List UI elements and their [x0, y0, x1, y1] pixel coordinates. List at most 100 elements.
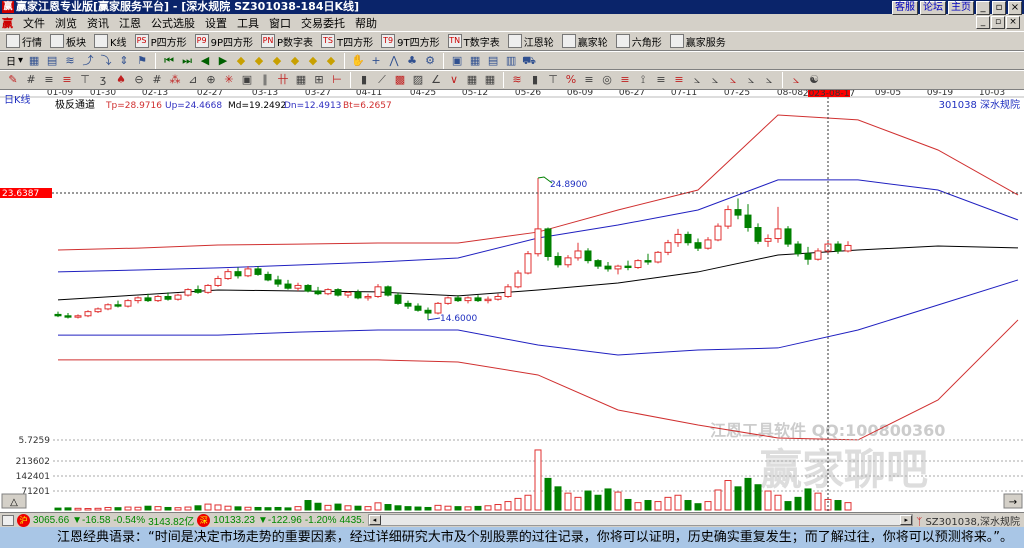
menu-0[interactable]: 文件	[23, 15, 45, 31]
save-icon[interactable]: ▥	[504, 54, 518, 68]
diamond-1-icon[interactable]: ◆	[234, 54, 248, 68]
menu-4[interactable]: 公式选股	[151, 15, 195, 31]
triangle-icon[interactable]: ⊿	[186, 73, 200, 87]
circle-icon[interactable]: ⊖	[132, 73, 146, 87]
toolbar-button-0[interactable]: 行情	[6, 34, 42, 49]
horizontal-scrollbar[interactable]: ◂ ▸	[367, 514, 914, 526]
first-icon[interactable]: ⏮	[162, 54, 176, 68]
fan1-icon[interactable]: ≡	[672, 73, 686, 87]
fan4-icon[interactable]: ⦣	[726, 73, 740, 87]
hash-icon[interactable]: #	[24, 73, 38, 87]
chart-a-icon[interactable]: ≋	[63, 54, 77, 68]
toolbar-button-9[interactable]: 江恩轮	[507, 34, 554, 49]
scroll-left-button[interactable]: ◂	[368, 515, 381, 525]
fib-2-icon[interactable]: ≡	[60, 73, 74, 87]
arc-icon[interactable]: ▩	[393, 73, 407, 87]
percent-icon[interactable]: ⊤	[546, 73, 560, 87]
link-home[interactable]: 主页	[948, 1, 974, 15]
right-icon[interactable]: ⇕	[117, 54, 131, 68]
candle-icon[interactable]: ⤵	[99, 54, 113, 68]
kline-chart[interactable]: 01-09 01-30 02-13 02-27 03-13 03-27 04-11 04-25…	[0, 88, 1024, 512]
period-dropdown[interactable]: 日 ▾	[6, 53, 23, 68]
minimize-button[interactable]: _	[976, 1, 990, 15]
diamond-6-icon[interactable]: ◆	[324, 54, 338, 68]
gear-icon[interactable]: ⚙	[423, 54, 437, 68]
left-icon[interactable]: ◀	[198, 54, 212, 68]
bracket-icon[interactable]: ⊢	[330, 73, 344, 87]
toolbar-button-7[interactable]: T9 9T四方形	[381, 34, 440, 49]
fib-1-icon[interactable]: ≡	[42, 73, 56, 87]
line-icon[interactable]: ⋀	[387, 54, 401, 68]
gold2-icon[interactable]: ≡	[654, 73, 668, 87]
eraser-icon[interactable]: ♠	[114, 73, 128, 87]
toolbar-button-5[interactable]: PN P数字表	[261, 34, 313, 49]
toolbar-button-6[interactable]: TS T四方形	[321, 34, 373, 49]
menu-7[interactable]: 窗口	[269, 15, 291, 31]
crosshair-icon[interactable]: +	[369, 54, 383, 68]
star-icon[interactable]: ✳	[222, 73, 236, 87]
wave-icon[interactable]: ʒ	[96, 73, 110, 87]
parallel-icon[interactable]: ▦	[483, 73, 497, 87]
infinity-icon[interactable]: ☯	[807, 73, 821, 87]
toolbar-button-12[interactable]: 赢家服务	[669, 34, 726, 49]
diamond-5-icon[interactable]: ◆	[306, 54, 320, 68]
menu-9[interactable]: 帮助	[355, 15, 377, 31]
diamond-2-icon[interactable]: ◆	[252, 54, 266, 68]
calc-icon[interactable]: ▦	[468, 54, 482, 68]
doc-minimize-button[interactable]: _	[976, 16, 990, 29]
square-icon[interactable]: ⟋	[375, 73, 389, 87]
close-button[interactable]: ×	[1008, 1, 1022, 15]
angle-icon[interactable]: ▨	[411, 73, 425, 87]
date-icon[interactable]: ▣	[450, 54, 464, 68]
calendar-icon[interactable]: ▤	[45, 54, 59, 68]
coin-icon[interactable]: ≡	[582, 73, 596, 87]
doc-close-button[interactable]: ×	[1006, 16, 1020, 29]
n2-icon[interactable]: ⁂	[168, 73, 182, 87]
toolbar-button-3[interactable]: PS P四方形	[134, 34, 187, 49]
chart-canvas[interactable]: 01-09 01-30 02-13 02-27 03-13 03-27 04-11 04-25…	[0, 88, 1024, 512]
target-icon[interactable]: ⊕	[204, 73, 218, 87]
toolbar-button-2[interactable]: K线	[94, 34, 127, 49]
scroll-right-button[interactable]: ▸	[900, 515, 913, 525]
toolbar-button-8[interactable]: TN T数字表	[447, 34, 500, 49]
grid-icon[interactable]: ▦	[27, 54, 41, 68]
notes-icon[interactable]: ▤	[486, 54, 500, 68]
grid-a-icon[interactable]: ∨	[447, 73, 461, 87]
link-support[interactable]: 客服	[892, 1, 918, 15]
grid4-icon[interactable]: #	[150, 73, 164, 87]
fan3-icon[interactable]: ⦣	[708, 73, 722, 87]
toolbar-button-11[interactable]: 六角形	[615, 34, 662, 49]
price-icon[interactable]: ▮	[528, 73, 542, 87]
box-icon[interactable]: ▣	[240, 73, 254, 87]
hand-icon[interactable]: ✋	[351, 54, 365, 68]
toolbar-button-10[interactable]: 赢家轮	[561, 34, 608, 49]
menu-3[interactable]: 江恩	[119, 15, 141, 31]
bars-icon[interactable]: ≋	[510, 73, 524, 87]
toolbar-button-4[interactable]: P9 9P四方形	[194, 34, 253, 49]
calculator-icon[interactable]	[2, 514, 14, 526]
tick-icon[interactable]: ⊤	[78, 73, 92, 87]
tree-icon[interactable]: ♣	[405, 54, 419, 68]
zigzag-icon[interactable]: ∠	[429, 73, 443, 87]
menu-5[interactable]: 设置	[205, 15, 227, 31]
chart-b-icon[interactable]: ⤴	[81, 54, 95, 68]
fan-icon[interactable]: ▮	[357, 73, 371, 87]
pct-line-icon[interactable]: %	[564, 73, 578, 87]
last-icon[interactable]: ⏭	[180, 54, 194, 68]
toolbar-button-1[interactable]: 板块	[50, 34, 86, 49]
pen-icon[interactable]: ✎	[6, 73, 20, 87]
menu-6[interactable]: 工具	[237, 15, 259, 31]
box2-icon[interactable]: ▦	[294, 73, 308, 87]
fan6-icon[interactable]: ⦣	[762, 73, 776, 87]
menu-8[interactable]: 交易委托	[301, 15, 345, 31]
current-stock[interactable]: ᛉ SZ301038,深水规院	[916, 513, 1020, 528]
gold-line-icon[interactable]: ◎	[600, 73, 614, 87]
lines-icon[interactable]: ∥	[258, 73, 272, 87]
truck-icon[interactable]: ⛟	[522, 54, 536, 68]
diamond-4-icon[interactable]: ◆	[288, 54, 302, 68]
tower-icon[interactable]: 卄	[276, 73, 290, 87]
taiji-icon[interactable]: ⦣	[789, 73, 803, 87]
pen2-icon[interactable]: ≡	[618, 73, 632, 87]
menu-1[interactable]: 浏览	[55, 15, 77, 31]
menu-2[interactable]: 资讯	[87, 15, 109, 31]
